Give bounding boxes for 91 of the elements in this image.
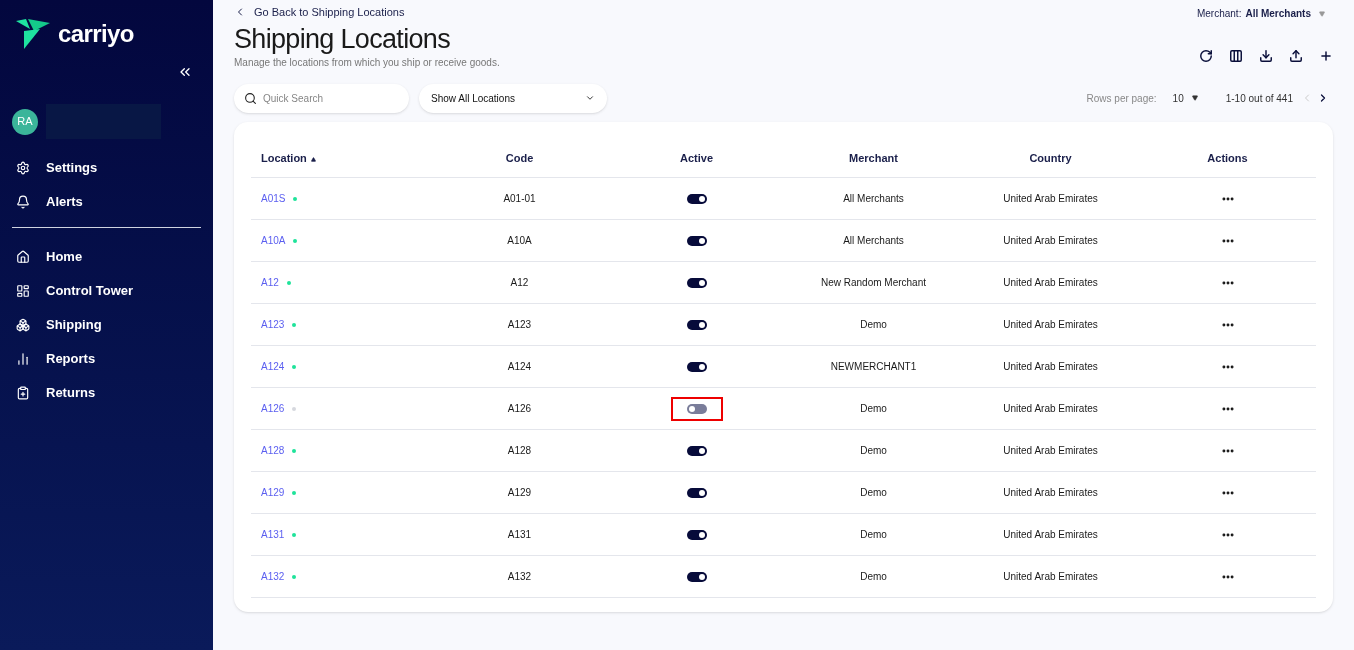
- search-field[interactable]: Quick Search: [234, 83, 409, 113]
- refresh-icon[interactable]: [1199, 49, 1213, 63]
- table-cell: A12: [431, 261, 608, 304]
- table-cell: United Arab Emirates: [962, 261, 1139, 304]
- table-cell: Demo: [785, 429, 962, 472]
- table-cell: United Arab Emirates: [962, 219, 1139, 262]
- column-header[interactable]: Active: [608, 139, 785, 178]
- active-toggle[interactable]: [686, 277, 707, 288]
- table-cell: A128: [431, 429, 608, 472]
- column-header[interactable]: Country: [962, 139, 1139, 178]
- column-header[interactable]: Actions: [1139, 139, 1316, 178]
- page-title: Shipping Locations: [234, 22, 452, 55]
- column-header[interactable]: Code: [431, 139, 608, 178]
- table-cell: NEWMERCHANT1: [785, 345, 962, 388]
- logo-icon: [16, 19, 50, 49]
- table-cell: All Merchants: [785, 219, 962, 262]
- active-toggle[interactable]: [686, 403, 707, 414]
- sidebar-item[interactable]: Home: [12, 240, 201, 274]
- chevron-down-icon: [585, 93, 595, 103]
- download-icon[interactable]: [1259, 49, 1273, 63]
- active-toggle[interactable]: [686, 487, 707, 498]
- location-link[interactable]: A12: [261, 275, 279, 290]
- columns-icon[interactable]: [1229, 49, 1243, 63]
- brand-name: carriyo: [58, 19, 134, 49]
- active-toggle[interactable]: [686, 235, 707, 246]
- location-filter-dropdown[interactable]: Show All Locations: [419, 83, 607, 113]
- caret-icon: [1319, 10, 1325, 17]
- sort-arrow-icon: [310, 156, 316, 162]
- sidebar-item[interactable]: Shipping: [12, 308, 201, 342]
- sidebar-item[interactable]: Settings: [12, 151, 201, 185]
- table-cell: Demo: [785, 303, 962, 346]
- table-cell: United Arab Emirates: [962, 471, 1139, 514]
- table-cell: A126: [431, 387, 608, 430]
- table-cell: A123: [431, 303, 608, 346]
- rows-per-page-select[interactable]: 10: [1172, 90, 1198, 106]
- table-cell: A10A: [431, 219, 608, 262]
- table-cell: A124: [431, 345, 608, 388]
- table-cell: Demo: [785, 513, 962, 556]
- page-range: 1-10 out of 441: [1225, 91, 1293, 106]
- bar-chart-icon: [16, 352, 30, 366]
- table-cell: United Arab Emirates: [962, 555, 1139, 598]
- column-header[interactable]: Location: [251, 139, 431, 178]
- table-cell: A01-01: [431, 177, 608, 220]
- caret-icon: [1191, 95, 1198, 101]
- location-link[interactable]: A123: [261, 317, 285, 332]
- table-cell: Demo: [785, 471, 962, 514]
- settings-icon: [16, 161, 30, 175]
- active-toggle[interactable]: [686, 319, 707, 330]
- sidebar-item[interactable]: Alerts: [12, 185, 201, 219]
- table-cell: New Random Merchant: [785, 261, 962, 304]
- table-cell: United Arab Emirates: [962, 345, 1139, 388]
- table-cell: United Arab Emirates: [962, 177, 1139, 220]
- dashboard-icon: [16, 284, 30, 298]
- clipboard-icon: [16, 386, 30, 400]
- table-cell: Demo: [785, 555, 962, 598]
- sidebar-item[interactable]: Reports: [12, 342, 201, 376]
- table-cell: United Arab Emirates: [962, 303, 1139, 346]
- location-link[interactable]: A128: [261, 443, 285, 458]
- boxes-icon: [16, 318, 30, 332]
- rows-per-page-label: Rows per page:: [1086, 91, 1157, 106]
- bell-icon: [16, 195, 30, 209]
- location-link[interactable]: A126: [261, 401, 285, 416]
- table-cell: A132: [431, 555, 608, 598]
- home-icon: [16, 250, 30, 264]
- active-toggle[interactable]: [686, 571, 707, 582]
- upload-icon[interactable]: [1289, 49, 1303, 63]
- table-cell: All Merchants: [785, 177, 962, 220]
- column-header[interactable]: Merchant: [785, 139, 962, 178]
- location-link[interactable]: A10A: [261, 233, 286, 248]
- location-link[interactable]: A131: [261, 527, 285, 542]
- active-toggle[interactable]: [686, 361, 707, 372]
- active-toggle[interactable]: [686, 445, 707, 456]
- table-cell: A129: [431, 471, 608, 514]
- location-link[interactable]: A132: [261, 569, 285, 584]
- location-link[interactable]: A129: [261, 485, 285, 500]
- page-subtitle: Manage the locations from which you ship or receive goods.: [234, 55, 500, 70]
- table-cell: United Arab Emirates: [962, 387, 1139, 430]
- active-toggle[interactable]: [686, 529, 707, 540]
- table-cell: Demo: [785, 387, 962, 430]
- sidebar-item[interactable]: Returns: [12, 376, 201, 410]
- back-link[interactable]: Go Back to Shipping Locations: [234, 4, 500, 21]
- add-icon[interactable]: [1319, 49, 1333, 63]
- table-cell: United Arab Emirates: [962, 429, 1139, 472]
- merchant-selector[interactable]: Merchant: All Merchants: [1196, 6, 1333, 21]
- table-cell: United Arab Emirates: [962, 513, 1139, 556]
- active-toggle[interactable]: [686, 193, 707, 204]
- search-icon: [244, 91, 257, 105]
- location-link[interactable]: A01S: [261, 191, 286, 206]
- table-cell: A131: [431, 513, 608, 556]
- location-link[interactable]: A124: [261, 359, 285, 374]
- sidebar-item[interactable]: Control Tower: [12, 274, 201, 308]
